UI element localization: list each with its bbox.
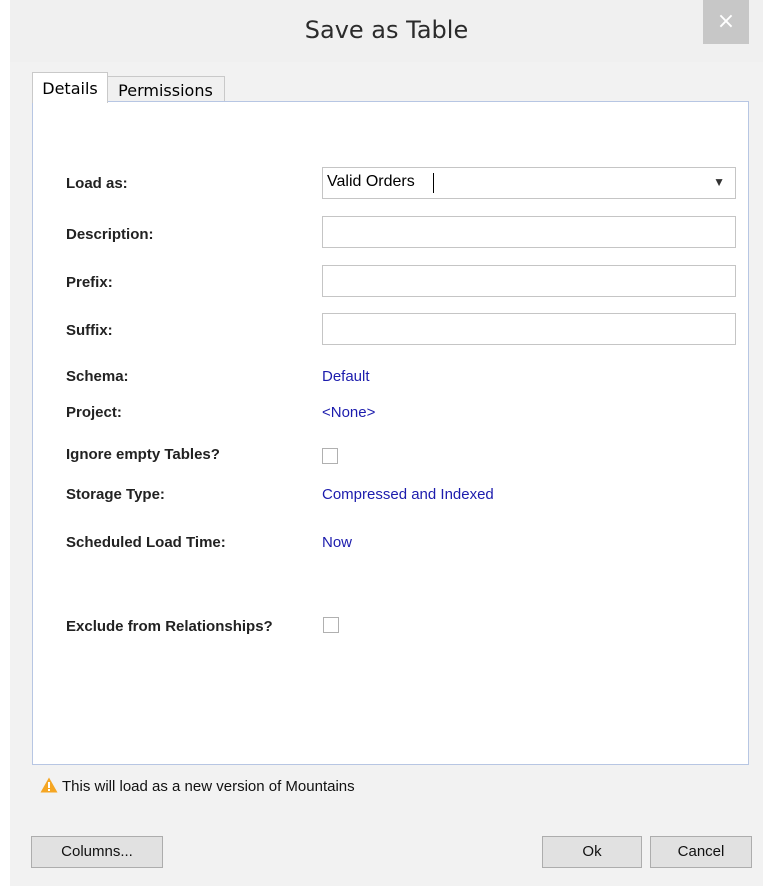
- prefix-input[interactable]: [322, 265, 736, 297]
- columns-button[interactable]: Columns...: [31, 836, 163, 868]
- ok-button[interactable]: Ok: [542, 836, 642, 868]
- dialog-title: Save as Table: [304, 16, 469, 44]
- warning-text: This will load as a new version of Mount…: [62, 778, 355, 795]
- scheduled-load-time-value[interactable]: Now: [322, 534, 352, 551]
- ignore-empty-tables-label: Ignore empty Tables?: [66, 446, 220, 463]
- save-as-table-dialog: Save as Table × Details Permissions Load…: [10, 0, 763, 886]
- ignore-empty-tables-checkbox[interactable]: [322, 448, 338, 464]
- scheduled-load-time-label: Scheduled Load Time:: [66, 534, 226, 551]
- tab-details[interactable]: Details: [32, 72, 108, 103]
- storage-type-value[interactable]: Compressed and Indexed: [322, 486, 494, 503]
- close-icon: ×: [716, 9, 736, 34]
- schema-value[interactable]: Default: [322, 368, 370, 385]
- cancel-button[interactable]: Cancel: [650, 836, 752, 868]
- suffix-label: Suffix:: [66, 322, 113, 339]
- chevron-down-icon[interactable]: ▼: [713, 175, 725, 189]
- tab-permissions[interactable]: Permissions: [106, 76, 225, 102]
- prefix-label: Prefix:: [66, 274, 113, 291]
- tab-details-label: Details: [42, 79, 98, 98]
- schema-label: Schema:: [66, 368, 129, 385]
- title-bar: Save as Table ×: [10, 0, 763, 62]
- description-label: Description:: [66, 226, 154, 243]
- load-as-combobox[interactable]: Valid Orders ▼: [322, 167, 736, 199]
- text-caret: [433, 173, 434, 193]
- project-value[interactable]: <None>: [322, 404, 375, 421]
- exclude-relationships-label: Exclude from Relationships?: [66, 618, 273, 635]
- exclude-relationships-checkbox[interactable]: [323, 617, 339, 633]
- warning-message: This will load as a new version of Mount…: [40, 777, 355, 795]
- close-button[interactable]: ×: [703, 0, 749, 44]
- tab-permissions-label: Permissions: [118, 81, 213, 100]
- details-panel: Load as: Valid Orders ▼ Description: Pre…: [32, 101, 749, 765]
- suffix-input[interactable]: [322, 313, 736, 345]
- description-input[interactable]: [322, 216, 736, 248]
- load-as-value[interactable]: Valid Orders: [327, 173, 415, 191]
- project-label: Project:: [66, 404, 122, 421]
- load-as-label: Load as:: [66, 175, 128, 192]
- storage-type-label: Storage Type:: [66, 486, 165, 503]
- warning-triangle-icon: [40, 777, 58, 793]
